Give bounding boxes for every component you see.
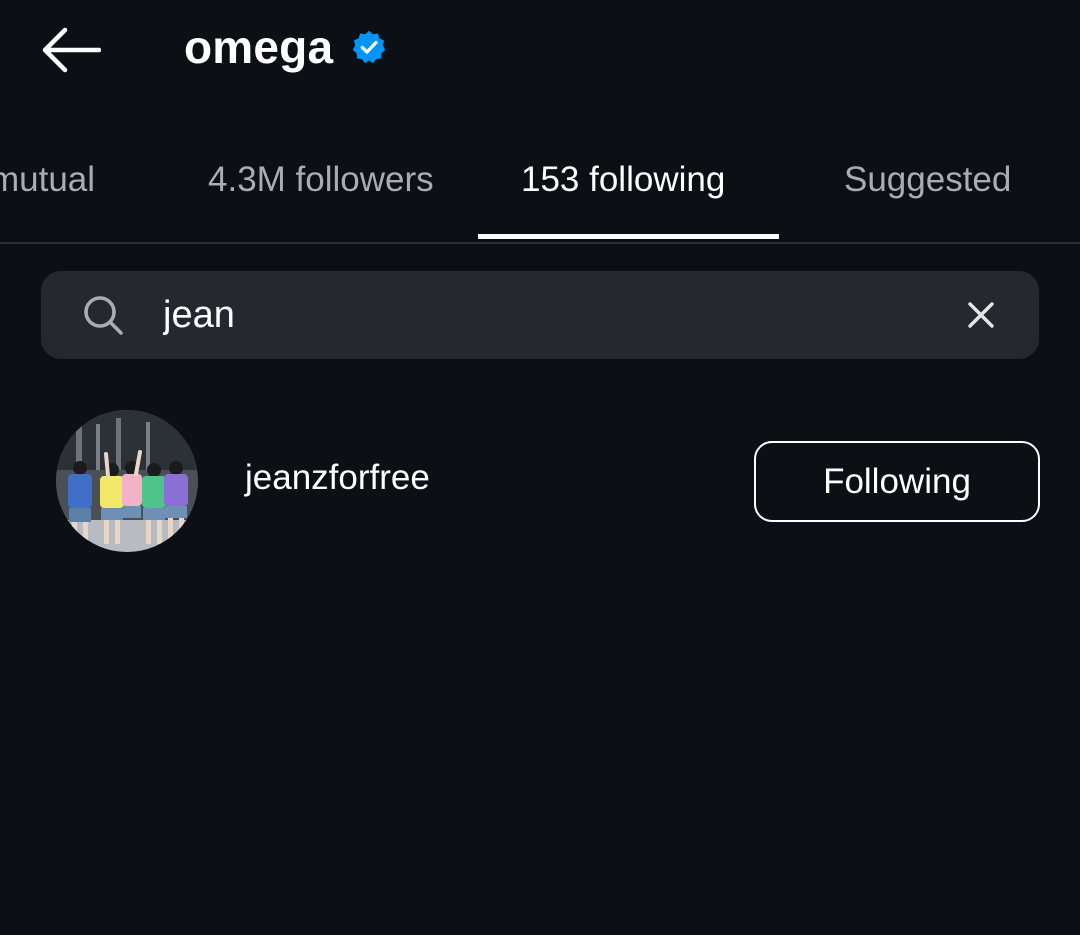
back-button[interactable] (36, 22, 106, 78)
screen: omega mutual 4.3M followers 153 followin… (0, 0, 1080, 935)
list-item[interactable]: jeanzforfree Following (0, 400, 1080, 560)
profile-username: omega (184, 21, 334, 73)
tab-followers[interactable]: 4.3M followers (208, 160, 434, 200)
avatar[interactable] (56, 410, 198, 552)
close-icon[interactable] (959, 293, 1003, 337)
tab-suggested[interactable]: Suggested (844, 160, 1011, 200)
search-input[interactable] (163, 285, 923, 345)
tab-bar: mutual 4.3M followers 153 following Sugg… (0, 140, 1080, 244)
verified-badge-icon (353, 30, 386, 64)
arrow-left-icon (42, 27, 101, 73)
avatar-image (56, 410, 198, 552)
search-icon (84, 296, 123, 335)
tab-mutual[interactable]: mutual (0, 160, 95, 200)
active-tab-indicator (478, 234, 779, 239)
header-title: omega (184, 20, 387, 74)
search-bar (41, 271, 1039, 359)
following-button[interactable]: Following (754, 441, 1040, 522)
list-item-username[interactable]: jeanzforfree (245, 458, 430, 498)
tab-following[interactable]: 153 following (521, 160, 725, 200)
